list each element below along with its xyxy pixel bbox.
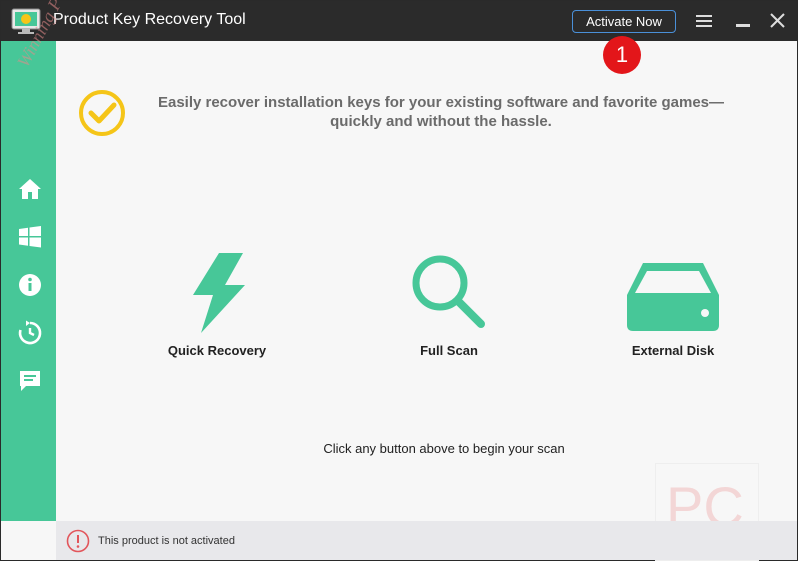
- home-icon[interactable]: [17, 176, 43, 202]
- step-number-badge: 1: [603, 36, 641, 74]
- full-scan-button[interactable]: Full Scan: [359, 251, 539, 358]
- external-disk-icon: [627, 263, 719, 331]
- activate-now-button[interactable]: Activate Now: [572, 10, 676, 33]
- hamburger-menu-icon[interactable]: [691, 9, 717, 33]
- warning-info-icon: [66, 529, 90, 553]
- info-icon[interactable]: [17, 272, 43, 298]
- close-icon[interactable]: [765, 9, 791, 33]
- quick-recovery-label: Quick Recovery: [167, 343, 267, 358]
- status-bar: This product is not activated: [56, 521, 797, 560]
- app-title: Product Key Recovery Tool: [53, 11, 246, 28]
- activation-status-text: This product is not activated: [98, 535, 235, 547]
- scan-hint-text: Click any button above to begin your sca…: [323, 441, 565, 456]
- app-window: Product Key Recovery Tool Activate Now 1: [0, 0, 798, 561]
- magnifier-icon: [412, 255, 485, 328]
- windows-icon[interactable]: [17, 224, 43, 250]
- external-disk-button[interactable]: External Disk: [583, 251, 763, 358]
- lightning-icon: [193, 253, 245, 333]
- external-disk-label: External Disk: [631, 343, 715, 358]
- feedback-icon[interactable]: [17, 368, 43, 394]
- sidebar: [1, 41, 56, 521]
- check-circle-icon: [79, 90, 125, 136]
- title-bar: Product Key Recovery Tool Activate Now: [1, 1, 797, 41]
- main-panel: Easily recover installation keys for you…: [56, 41, 797, 561]
- quick-recovery-button[interactable]: Quick Recovery: [127, 251, 307, 358]
- full-scan-label: Full Scan: [420, 343, 478, 358]
- headline-text: Easily recover installation keys for you…: [157, 94, 725, 130]
- history-icon[interactable]: [17, 320, 43, 346]
- minimize-icon[interactable]: [730, 9, 756, 33]
